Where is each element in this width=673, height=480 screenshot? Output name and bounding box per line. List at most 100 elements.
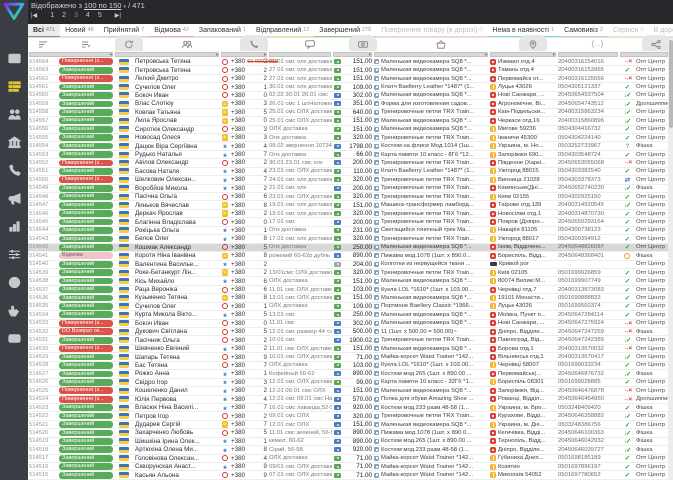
page-2[interactable]: 2	[62, 12, 66, 19]
order-row[interactable]: 514521 Завершений Дударев Сергій lc +380 7 12.…	[28, 420, 673, 430]
order-row[interactable]: 514529 Завершений Шапарь Тетяна +380 9 10.01 …	[28, 353, 673, 362]
order-row[interactable]: 514547 Завершений Линьков Вячеслав lc +380 8 1…	[28, 201, 673, 210]
column-filter[interactable]	[620, 52, 668, 57]
order-comment: 27.01 смс олх доставка	[269, 75, 332, 82]
orders-icon[interactable]	[7, 80, 21, 93]
page-1[interactable]: 1	[50, 12, 54, 19]
order-row[interactable]: 514530 Повернення (з... Шевченко Евгений * +…	[28, 344, 673, 354]
table-filter-row[interactable]: ▾ ▾ ▾ ▾ ▾ ▾	[28, 51, 673, 58]
column-filter[interactable]: ▾	[115, 52, 219, 57]
order-row[interactable]: 514558 Завершений Ковпак Татьяна lc +380 5 25.…	[28, 108, 673, 118]
order-row[interactable]: 514555 Завершений Новосад Олеся lc +380 3 Олх …	[28, 133, 673, 143]
page-4[interactable]: 4	[86, 12, 90, 19]
order-row[interactable]: 514536 Завершений Кузьменко Тетяна lc +380 8 1…	[28, 294, 673, 303]
order-row[interactable]: 514543 Завершений Белов Олег * +380 8 17.01 см…	[28, 235, 673, 244]
country-flag-cell	[114, 134, 134, 141]
order-row[interactable]: 514541 Відмова Коротя Ніна Іванівна lc +380 8…	[28, 252, 673, 261]
order-row[interactable]: 514564 Повернення (з... Петровська Тетяна +…	[28, 58, 673, 67]
order-row[interactable]: 514522 Завершений Петров Ігор +380 2 09.01 см…	[28, 412, 673, 421]
order-row[interactable]: 514553 Завершений Рудько Наталья * +380 7 Олх …	[28, 150, 673, 160]
order-row[interactable]: 514516 Завершений Скворунская Анаст... * +38…	[28, 463, 673, 472]
order-row[interactable]: 514523 Завершений Власюк Ніна Василі... * +3…	[28, 403, 673, 413]
order-row[interactable]: 514556 Завершений Сиротюк Олександр +380 3 ОЛ…	[28, 125, 673, 134]
order-comment: 27.01 смс олх доставка	[269, 67, 332, 74]
range-caret-icon[interactable]: ▾	[124, 4, 127, 10]
records-range[interactable]: Відображено з 100 по 150 ▾ / 471	[31, 1, 145, 10]
order-row[interactable]: 514554 Завершений Дацюк Віра Сергіївна * +38…	[28, 142, 673, 151]
column-filter[interactable]: ▾	[333, 52, 372, 57]
tutorials-icon[interactable]	[7, 332, 21, 345]
order-row[interactable]: 514524 Повернення (з... Юлія Первова * +380 4…	[28, 395, 673, 404]
order-row[interactable]: 514548 Завершений Пасічна Ольга +380 6 23.01 …	[28, 193, 673, 202]
order-id: 514544	[29, 227, 49, 234]
order-row[interactable]: 514534 Завершений Курта Микола Вікто... * +3…	[28, 311, 673, 320]
order-row[interactable]: 514532 DO Возврат ок... Дукович Світлана +3…	[28, 328, 673, 337]
app-logo[interactable]	[3, 2, 25, 21]
order-row[interactable]: 514518 Завершений Артюхіна Олена Ми... * +38…	[28, 446, 673, 455]
order-row[interactable]: 514539 Завершений Роке-Бетанкурт Лін... lc +…	[28, 268, 673, 278]
statistics-icon[interactable]	[7, 220, 21, 233]
page-5[interactable]: 5	[98, 12, 102, 19]
order-row[interactable]: 514526 Завершений Свідро Ігор * +380 3 12.01 с…	[28, 378, 673, 388]
column-filter[interactable]	[558, 52, 618, 57]
product: Тренировочные петли TRX Train...	[373, 235, 489, 242]
order-status: Повернення (з...	[58, 75, 114, 82]
payment-cell	[332, 446, 343, 453]
scrollbar-thumb[interactable]	[668, 40, 673, 128]
calls-icon[interactable]	[7, 164, 21, 177]
order-row[interactable]: 514563 Завершений Петровська Тетяна +380 2 27…	[28, 66, 673, 75]
order-source: *	[220, 438, 230, 445]
column-filter[interactable]: ▾	[374, 52, 488, 57]
order-row[interactable]: 514540 Завершений Валентина Василье... * +38…	[28, 260, 673, 269]
olx-source-icon	[222, 126, 228, 133]
company-icon[interactable]	[7, 136, 21, 149]
order-row[interactable]: 514542 Завершений Кошмак Александр +380 5 Олх…	[28, 243, 673, 253]
clients-icon[interactable]	[7, 108, 21, 121]
order-row[interactable]: 514546 Завершений Деркач Ярослав lc +380 2 19.…	[28, 209, 673, 219]
payment-cell	[332, 83, 343, 90]
order-row[interactable]: 514519 Завершений Шишкіна Ірина Олек... * +3…	[28, 437, 673, 447]
order-row[interactable]: 514515 Завершений Касьян Альона +380 9 07.01 …	[28, 471, 673, 480]
last-page-icon[interactable]: ▶|	[115, 12, 121, 19]
order-row[interactable]: 514557 Завершений Лила Ярослав lc +380 0 25.01…	[28, 117, 673, 126]
order-row[interactable]: 514533 Повернення (з... Бокоч Иван +380 0 11.…	[28, 319, 673, 328]
order-row[interactable]: 514561 Завершений Сучилов Олег +380 1 30.01 с…	[28, 83, 673, 92]
column-filter[interactable]: ▾	[490, 52, 556, 57]
order-row[interactable]: 514535 Завершений Сучилов Олег +380 1 ОЛХ дос…	[28, 302, 673, 312]
column-filter[interactable]	[269, 52, 331, 57]
page-3[interactable]: 3	[74, 12, 78, 19]
order-row[interactable]: 514525 Повернення (з... Кошеленко Данил * +3…	[28, 387, 673, 396]
column-filter[interactable]: ▾	[221, 52, 267, 57]
settings-icon[interactable]	[7, 248, 21, 261]
order-row[interactable]: 514551 Завершений Басова Наталя * +380 4 23.01…	[28, 167, 673, 177]
order-comment: Олх доставка	[269, 151, 307, 158]
order-row[interactable]: 514545 Завершений Благінна Владіслава +380 0…	[28, 218, 673, 227]
order-row[interactable]: 514520 Завершений Захарченко Любовь +380 5 11…	[28, 429, 673, 438]
delivered-check-icon: ✓	[624, 193, 631, 201]
order-row[interactable]: 514544 Завершений Рокіцька Ольга * +380 1 Олх …	[28, 226, 673, 236]
support-icon[interactable]	[7, 304, 21, 317]
order-row[interactable]: 514562 Повернення (з... Легкий Дмитро +380 2…	[28, 74, 673, 84]
column-header[interactable]: {..}	[567, 41, 629, 48]
marketing-icon[interactable]	[7, 192, 21, 205]
order-row[interactable]: 514538 Завершений Кісь Михайло * +380 6 ОЛХ до…	[28, 277, 673, 286]
order-row[interactable]: 514517 Завершений Головінова Олексан... +38…	[28, 454, 673, 463]
first-page-icon[interactable]: |◀	[31, 12, 37, 19]
vertical-scrollbar[interactable]	[668, 38, 673, 480]
order-row[interactable]: 514550 Повернення (з... Шелковин Олексан..…	[28, 176, 673, 185]
records-range-value[interactable]: 100 по 150	[84, 1, 121, 10]
order-row[interactable]: 514549 Завершений Воробйов Микола * +380 2 21.…	[28, 184, 673, 193]
dashboard-icon[interactable]	[7, 52, 21, 65]
column-filter[interactable]: ▾	[29, 52, 113, 57]
info-icon[interactable]	[7, 276, 21, 289]
nova-poshta-icon	[490, 429, 496, 436]
order-row[interactable]: 514527 Завершений Рожко Анна * +380 1 Кофейный…	[28, 370, 673, 379]
order-row[interactable]: 514531 Завершений Пасічник Ольга +380 2 10.01…	[28, 336, 673, 345]
order-row[interactable]: 514537 Завершений Раца Вероніка +380 6 11.01 …	[28, 285, 673, 295]
product-icon	[374, 143, 379, 149]
delivery-status: →×	[619, 396, 635, 403]
order-row[interactable]: 514560 Завершений Бокоч Иван +380 0 02.02 30.…	[28, 91, 673, 101]
order-row[interactable]: 514559 Завершений Влас Слотюу lc +380 3 26.01 …	[28, 100, 673, 109]
order-row[interactable]: 514552 Повернення (з... Авілов Олександр +3…	[28, 159, 673, 168]
order-row[interactable]: 514528 Завершений Бас Тетяна +380 7 ОЛХ доста…	[28, 361, 673, 371]
